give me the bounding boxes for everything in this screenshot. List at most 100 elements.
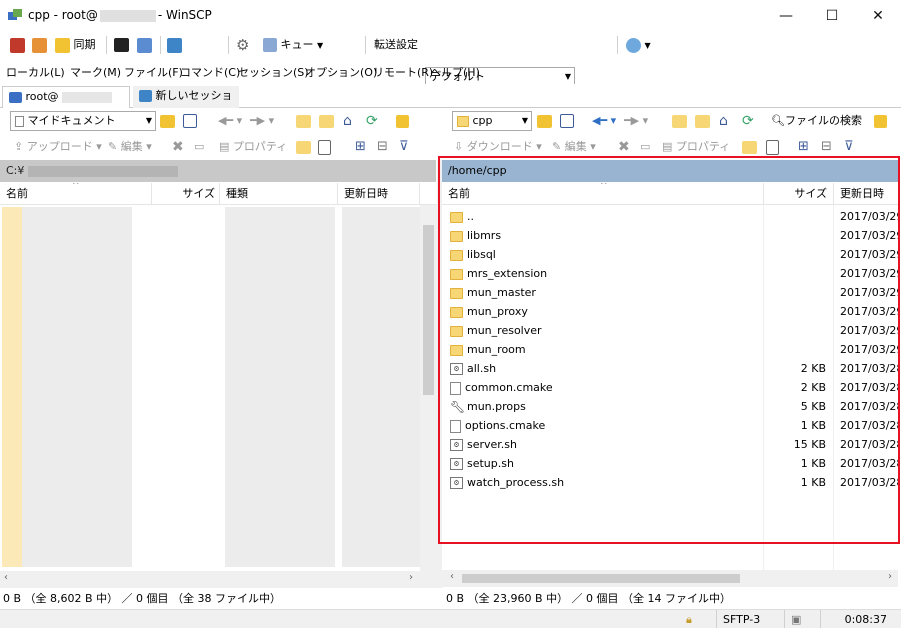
menu-local[interactable]: ローカル(L): [6, 64, 65, 80]
globe-icon[interactable]: ▼: [626, 35, 651, 55]
tab-new-session[interactable]: 新しいセッション: [133, 86, 239, 122]
menu-help[interactable]: ヘルプ(H): [430, 64, 480, 80]
parent-dir-icon[interactable]: [672, 111, 687, 131]
back-icon[interactable]: ◀━ ▾: [218, 111, 242, 131]
new-file-icon[interactable]: [766, 137, 779, 157]
back-icon[interactable]: ◀━ ▾: [592, 111, 616, 131]
table-row[interactable]: common.cmake 2 KB 2017/03/28: [442, 378, 898, 397]
table-row[interactable]: mun_proxy 2017/03/29: [442, 302, 898, 321]
root-dir-icon[interactable]: [695, 111, 710, 131]
parent-dir-icon[interactable]: [296, 111, 311, 131]
home-icon[interactable]: ⌂: [719, 111, 728, 131]
menu-command[interactable]: コマンド(C): [180, 64, 240, 80]
local-col-size[interactable]: サイズ: [152, 183, 220, 205]
table-row[interactable]: ⚙ all.sh 2 KB 2017/03/28: [442, 359, 898, 378]
forward-icon[interactable]: ━▶ ▾: [624, 111, 648, 131]
remote-location-select[interactable]: cpp ▼: [452, 111, 532, 131]
edit-button[interactable]: ✎ 編集 ▾: [108, 137, 152, 157]
local-horizontal-scrollbar[interactable]: ‹ ›: [0, 571, 437, 588]
compare-dirs-icon[interactable]: [10, 35, 25, 55]
remote-col-modified[interactable]: 更新日時: [834, 183, 898, 205]
table-row[interactable]: mun_resolver 2017/03/29: [442, 321, 898, 340]
filter-select-icon[interactable]: ⊽: [399, 137, 409, 157]
scroll-right-icon[interactable]: ›: [409, 572, 413, 583]
remote-file-list[interactable]: 名前 ^ サイズ 更新日時 .. 2017/03/29 libmrs 2017/03/…: [442, 183, 898, 588]
tree-icon[interactable]: [396, 111, 409, 131]
root-dir-icon[interactable]: [319, 111, 334, 131]
refresh-sessions-icon[interactable]: [167, 35, 182, 55]
menu-remote[interactable]: リモート(R): [373, 64, 433, 80]
close-button[interactable]: ✕: [855, 0, 901, 32]
menu-file[interactable]: ファイル(F): [124, 64, 183, 80]
new-file-icon[interactable]: [318, 137, 331, 157]
file-name: options.cmake: [465, 419, 546, 432]
putty-icon[interactable]: [137, 35, 152, 55]
rename-icon[interactable]: ▭: [640, 137, 650, 157]
remote-col-size[interactable]: サイズ: [764, 183, 834, 205]
local-location-select[interactable]: マイドキュメント ▼: [10, 111, 156, 131]
table-row[interactable]: ⚙ watch_process.sh 1 KB 2017/03/28: [442, 473, 898, 492]
table-row[interactable]: mun_master 2017/03/29: [442, 283, 898, 302]
table-row[interactable]: mrs_extension 2017/03/29: [442, 264, 898, 283]
properties-button[interactable]: ▤ プロパティ: [219, 137, 287, 157]
scrollbar-thumb[interactable]: [423, 225, 434, 395]
open-folder-icon[interactable]: [537, 111, 552, 131]
table-row[interactable]: .. 2017/03/29: [442, 207, 898, 226]
upload-button[interactable]: ⇪ アップロード ▾: [14, 137, 102, 157]
rename-icon[interactable]: ▭: [194, 137, 204, 157]
remote-path-bar[interactable]: /home/cpp: [442, 160, 898, 182]
delete-icon[interactable]: ✖: [618, 137, 630, 157]
table-row[interactable]: options.cmake 1 KB 2017/03/28: [442, 416, 898, 435]
table-row[interactable]: mun_room 2017/03/29: [442, 340, 898, 359]
filter-icon[interactable]: [183, 111, 197, 131]
find-files-button[interactable]: 🔍︎ファイルの検索: [771, 111, 862, 131]
local-vertical-scrollbar[interactable]: [420, 205, 437, 571]
table-row[interactable]: libmrs 2017/03/29: [442, 226, 898, 245]
tab-session[interactable]: root@: [2, 86, 130, 108]
refresh-icon[interactable]: ⟳: [742, 111, 754, 131]
sync-button[interactable]: 同期: [55, 35, 96, 55]
open-folder-icon[interactable]: [160, 111, 175, 131]
download-button[interactable]: ⇩ ダウンロード ▾: [454, 137, 542, 157]
menu-session[interactable]: セッション(S): [238, 64, 309, 80]
queue-button[interactable]: キュー ▼: [263, 35, 323, 55]
preferences-gear-icon[interactable]: ⚙: [236, 35, 249, 55]
delete-icon[interactable]: ✖: [172, 137, 184, 157]
forward-icon[interactable]: ━▶ ▾: [250, 111, 274, 131]
table-row[interactable]: 🔧︎ mun.props 5 KB 2017/03/28: [442, 397, 898, 416]
refresh-icon[interactable]: ⟳: [366, 111, 378, 131]
menu-options[interactable]: オプション(O): [305, 64, 377, 80]
local-path-bar[interactable]: C:¥: [0, 160, 436, 182]
home-icon[interactable]: ⌂: [343, 111, 352, 131]
tree-icon[interactable]: [874, 111, 887, 131]
properties-button[interactable]: ▤ プロパティ: [662, 137, 730, 157]
new-folder-icon[interactable]: [742, 137, 757, 157]
remote-horizontal-scrollbar[interactable]: ‹ ›: [442, 570, 898, 587]
scrollbar-thumb[interactable]: [462, 574, 740, 583]
select-all-icon[interactable]: ⊞: [798, 137, 809, 157]
select-all-icon[interactable]: ⊞: [355, 137, 366, 157]
table-row[interactable]: ⚙ setup.sh 1 KB 2017/03/28: [442, 454, 898, 473]
table-row[interactable]: libsql 2017/03/29: [442, 245, 898, 264]
local-col-type[interactable]: 種類: [220, 183, 338, 205]
filter-select-icon[interactable]: ⊽: [844, 137, 854, 157]
local-file-list[interactable]: 名前 ^ サイズ 種類 更新日時 ‹ ›: [0, 183, 437, 588]
menu-mark[interactable]: マーク(M): [70, 64, 121, 80]
edit-button[interactable]: ✎ 編集 ▾: [552, 137, 596, 157]
monitor-icon: [9, 91, 22, 103]
maximize-button[interactable]: ☐: [809, 0, 855, 32]
remote-list-header: 名前 ^ サイズ 更新日時: [442, 183, 898, 205]
file-modified: 2017/03/28: [840, 438, 898, 451]
scroll-right-icon[interactable]: ›: [888, 571, 892, 582]
minimize-button[interactable]: —: [763, 0, 809, 32]
unselect-icon[interactable]: ⊟: [377, 137, 388, 157]
local-col-modified[interactable]: 更新日時: [338, 183, 420, 205]
scroll-left-icon[interactable]: ‹: [450, 571, 454, 582]
table-row[interactable]: ⚙ server.sh 15 KB 2017/03/28: [442, 435, 898, 454]
filter-icon[interactable]: [560, 111, 574, 131]
unselect-icon[interactable]: ⊟: [821, 137, 832, 157]
scroll-left-icon[interactable]: ‹: [4, 572, 8, 583]
synchronize-browse-icon[interactable]: [32, 35, 47, 55]
new-folder-icon[interactable]: [296, 137, 311, 157]
console-icon[interactable]: [114, 35, 129, 55]
